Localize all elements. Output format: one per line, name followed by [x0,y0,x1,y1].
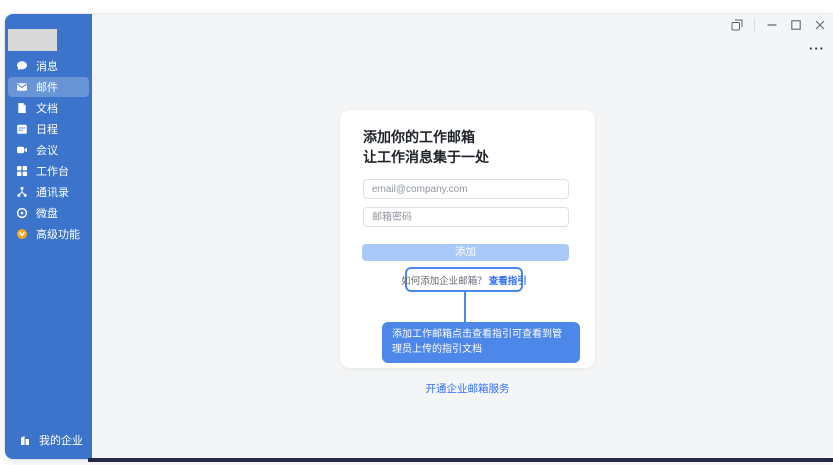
guide-hint-box: 如何添加企业邮箱？ 查看指引 [405,267,523,292]
popout-icon[interactable] [730,18,744,32]
advanced-features-icon [16,228,28,240]
sidebar-item-calendar[interactable]: 日程 [8,119,89,139]
view-guide-link[interactable]: 查看指引 [489,273,527,287]
maximize-icon[interactable] [789,18,803,32]
sidebar-item-advanced[interactable]: 高级功能 [8,224,89,244]
add-mailbox-card: 添加你的工作邮箱 让工作消息集于一处 添加 如何添加企业邮箱？ 查看指引 添加工… [340,110,595,368]
close-icon[interactable] [813,18,827,32]
minimize-icon[interactable] [765,18,779,32]
sidebar-item-label: 邮件 [36,79,58,95]
app-window: 消息 邮件 文档 [5,14,833,459]
chat-bubble-icon [16,60,28,72]
screen: 消息 邮件 文档 [0,0,833,465]
workbench-grid-icon [16,165,28,177]
document-icon [16,102,28,114]
sidebar-item-meetings[interactable]: 会议 [8,140,89,160]
password-input[interactable] [363,207,569,227]
mail-envelope-icon [16,81,28,93]
sidebar-item-label: 文档 [36,100,58,116]
sidebar-item-label: 会议 [36,142,58,158]
sidebar-item-label: 高级功能 [36,226,80,242]
main-area: ··· 添加你的工作邮箱 让工作消息集于一处 添加 如何添加企业邮箱？ 查看指引… [92,14,833,459]
building-icon [19,434,31,446]
activate-enterprise-mail-link[interactable]: 开通企业邮箱服务 [340,381,595,396]
sidebar-item-label: 日程 [36,121,58,137]
sidebar-item-label: 工作台 [36,163,69,179]
more-menu-icon[interactable]: ··· [809,42,825,56]
sidebar-item-label: 消息 [36,58,58,74]
sidebar-item-drive[interactable]: 微盘 [8,203,89,223]
tooltip-connector-line [464,292,466,322]
contacts-orgchart-icon [16,186,28,198]
add-button[interactable]: 添加 [362,244,569,261]
controls-divider [754,19,755,31]
sidebar-item-my-enterprise[interactable]: 我的企业 [11,430,86,450]
sidebar-item-label: 微盘 [36,205,58,221]
window-controls [730,18,827,32]
calendar-icon [16,123,28,135]
sidebar-nav: 消息 邮件 文档 [5,56,92,245]
sidebar-item-label: 我的企业 [39,432,83,448]
video-meeting-icon [16,144,28,156]
sidebar-item-label: 通讯录 [36,184,69,200]
guide-question-text: 如何添加企业邮箱？ [401,273,487,287]
sidebar-item-mail[interactable]: 邮件 [8,77,89,97]
sidebar-item-messages[interactable]: 消息 [8,56,89,76]
sidebar-item-docs[interactable]: 文档 [8,98,89,118]
sidebar-item-workbench[interactable]: 工作台 [8,161,89,181]
drive-disk-icon [16,207,28,219]
taskbar-edge [88,458,833,462]
sidebar-item-contacts[interactable]: 通讯录 [8,182,89,202]
sidebar: 消息 邮件 文档 [5,14,92,459]
email-input[interactable] [363,179,569,199]
guide-tooltip: 添加工作邮箱点击查看指引可查看到管理员上传的指引文档 [382,322,580,363]
org-logo-placeholder [8,29,57,51]
card-title: 添加你的工作邮箱 让工作消息集于一处 [363,127,489,167]
